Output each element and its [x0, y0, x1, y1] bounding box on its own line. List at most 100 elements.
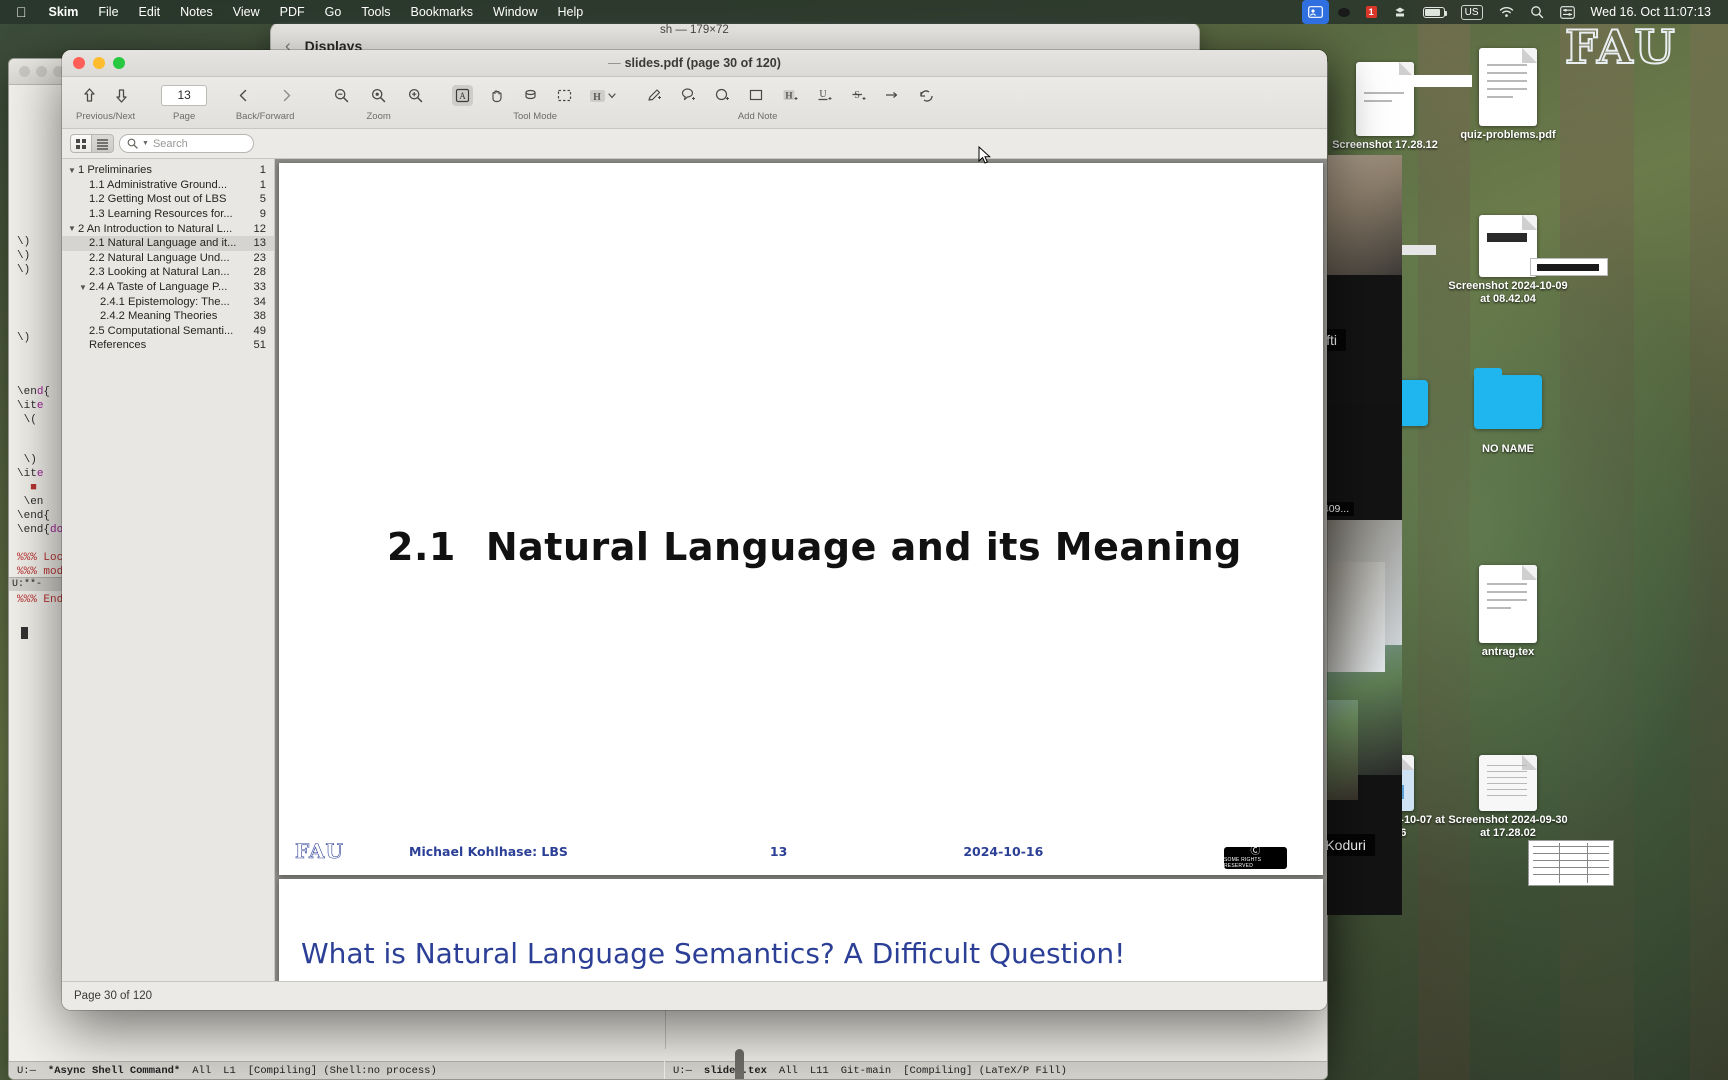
close-icon[interactable]: [19, 66, 30, 77]
toc-row[interactable]: 1.1 Administrative Ground...1: [62, 178, 274, 193]
notification-badge-icon[interactable]: 1: [1359, 0, 1384, 24]
chevron-down-icon[interactable]: ▼: [66, 166, 78, 175]
toc-row-page: 23: [244, 252, 266, 264]
toc-row[interactable]: ▼1 Preliminaries1: [62, 163, 274, 178]
highlight-note-icon[interactable]: H: [780, 85, 801, 106]
toc-row[interactable]: ▼2.4 A Taste of Language P...33: [62, 280, 274, 295]
minimize-icon[interactable]: [93, 57, 105, 69]
toc-row[interactable]: References51: [62, 338, 274, 353]
fau-wallpaper-logo: FAU: [1565, 20, 1677, 74]
input-source-indicator[interactable]: US: [1454, 0, 1490, 24]
line-note-icon[interactable]: [882, 85, 903, 106]
outline-icon[interactable]: [92, 134, 114, 153]
toc-row[interactable]: 2.3 Looking at Natural Lan...28: [62, 265, 274, 280]
pdf-view[interactable]: 2.1Natural Language and its Meaning FAU …: [275, 159, 1327, 981]
thumbnails-icon[interactable]: [70, 134, 92, 153]
magnify-tool-icon[interactable]: [520, 85, 541, 106]
desktop-thumbnail-white[interactable]: [1360, 75, 1472, 87]
toc-row[interactable]: 1.3 Learning Resources for...9: [62, 207, 274, 222]
menu-item-skim[interactable]: Skim: [39, 0, 89, 24]
slide-footer: FAU Michael Kohlhase: LBS 13 2024-10-16: [279, 837, 1323, 865]
desktop-icon-label: antrag.tex: [1448, 646, 1568, 659]
toc-row[interactable]: 1.2 Getting Most out of LBS5: [62, 192, 274, 207]
page-number-input[interactable]: 13: [161, 85, 207, 106]
search-input[interactable]: ▼ Search: [119, 134, 254, 153]
menu-bar[interactable]:  Skim File Edit Notes View PDF Go Tools…: [0, 0, 1728, 24]
circle-note-icon[interactable]: [712, 85, 733, 106]
wifi-icon[interactable]: [1492, 0, 1521, 24]
menu-item-bookmarks[interactable]: Bookmarks: [401, 0, 484, 24]
menu-item-file[interactable]: File: [88, 0, 128, 24]
close-icon[interactable]: [73, 57, 85, 69]
document-proxy-icon[interactable]: ―: [608, 56, 621, 70]
search-disclosure-icon[interactable]: ▼: [142, 140, 149, 147]
pdf-page-next[interactable]: What is Natural Language Semantics? A Di…: [279, 879, 1323, 981]
desktop-thumbnail-chart[interactable]: [1528, 840, 1614, 886]
apple-icon[interactable]: : [0, 4, 39, 20]
anchored-note-icon[interactable]: [678, 85, 699, 106]
desktop-icon-screenshot-3[interactable]: Screenshot 2024-09-30 at 17.28.02: [1448, 755, 1568, 840]
zoom-actual-size-icon[interactable]: [368, 85, 389, 106]
table-of-contents[interactable]: ▼1 Preliminaries11.1 Administrative Grou…: [62, 159, 275, 981]
desktop-icon-no-name-volume[interactable]: NO NAME: [1448, 375, 1568, 456]
emacs-vertical-scrollbar[interactable]: [735, 1049, 744, 1080]
dot-icon[interactable]: [1331, 0, 1357, 24]
text-tool-icon[interactable]: A: [452, 85, 473, 106]
toc-row[interactable]: 2.4.1 Epistemology: The...34: [62, 294, 274, 309]
skim-titlebar[interactable]: ―slides.pdf (page 30 of 120): [62, 50, 1327, 77]
desktop-icon-antrag-tex[interactable]: antrag.tex: [1448, 565, 1568, 659]
select-tool-icon[interactable]: [554, 85, 575, 106]
chevron-left-icon[interactable]: [233, 85, 254, 106]
screen-share-icon[interactable]: [1302, 0, 1329, 24]
sidebar-view-segmented-control[interactable]: [70, 134, 114, 153]
desktop-thumbnail-small[interactable]: [1530, 258, 1608, 276]
pdf-page-current[interactable]: 2.1Natural Language and its Meaning FAU …: [279, 163, 1323, 875]
menu-item-tools[interactable]: Tools: [351, 0, 400, 24]
toolbar-group-previous-next: Previous/Next: [76, 80, 135, 122]
box-note-icon[interactable]: [746, 85, 767, 106]
arrow-down-icon[interactable]: [111, 85, 132, 106]
menu-item-go[interactable]: Go: [315, 0, 352, 24]
strikeout-note-icon[interactable]: S: [848, 85, 869, 106]
battery-icon[interactable]: [1416, 0, 1452, 24]
toc-row-page: 51: [244, 339, 266, 351]
skim-window[interactable]: ―slides.pdf (page 30 of 120) Previous/Ne…: [62, 50, 1327, 1010]
menu-item-view[interactable]: View: [223, 0, 270, 24]
menu-bar-clock[interactable]: Wed 16. Oct 11:07:13: [1584, 0, 1718, 24]
menu-bar-status-items[interactable]: 1 US Wed 16. Oct 11:07:13: [1302, 0, 1728, 24]
emacs-traffic-lights[interactable]: [19, 66, 64, 77]
zoom-in-icon[interactable]: [405, 85, 426, 106]
menu-item-edit[interactable]: Edit: [129, 0, 171, 24]
menu-item-help[interactable]: Help: [548, 0, 594, 24]
skim-sidebar-search-row[interactable]: ▼ Search: [62, 129, 1327, 159]
pencil-note-icon[interactable]: [644, 85, 665, 106]
toc-row[interactable]: 2.1 Natural Language and it...13: [62, 236, 274, 251]
chevron-down-icon[interactable]: ▼: [77, 283, 89, 292]
chevron-right-icon[interactable]: [276, 85, 297, 106]
skim-status-bar: Page 30 of 120: [62, 981, 1327, 1010]
underline-note-icon[interactable]: U: [814, 85, 835, 106]
minimize-icon[interactable]: [36, 66, 47, 77]
hand-tool-icon[interactable]: [486, 85, 507, 106]
highlight-tool-icon[interactable]: H: [588, 85, 618, 106]
control-center-icon[interactable]: [1553, 0, 1582, 24]
zoom-out-icon[interactable]: [331, 85, 352, 106]
menu-item-notes[interactable]: Notes: [170, 0, 223, 24]
maximize-icon[interactable]: [113, 57, 125, 69]
toc-row[interactable]: 2.2 Natural Language Und...23: [62, 251, 274, 266]
toc-row[interactable]: 2.4.2 Meaning Theories38: [62, 309, 274, 324]
window-traffic-lights[interactable]: [73, 57, 125, 69]
slide-title-text: Natural Language and its Meaning: [486, 525, 1242, 569]
menu-item-window[interactable]: Window: [483, 0, 547, 24]
desktop-icon-quiz-problems[interactable]: quiz-problems.pdf: [1448, 48, 1568, 142]
arrow-up-icon[interactable]: [79, 85, 100, 106]
menu-item-pdf[interactable]: PDF: [270, 0, 315, 24]
search-icon: [127, 138, 138, 149]
dropbox-icon[interactable]: [1386, 0, 1414, 24]
search-icon[interactable]: [1523, 0, 1551, 24]
chevron-down-icon[interactable]: ▼: [66, 224, 78, 233]
skim-toolbar[interactable]: Previous/Next 13 Page Back/Forward: [62, 77, 1327, 129]
toc-row[interactable]: ▼2 An Introduction to Natural L...12: [62, 221, 274, 236]
undo-icon[interactable]: [916, 85, 937, 106]
toc-row[interactable]: 2.5 Computational Semanti...49: [62, 324, 274, 339]
